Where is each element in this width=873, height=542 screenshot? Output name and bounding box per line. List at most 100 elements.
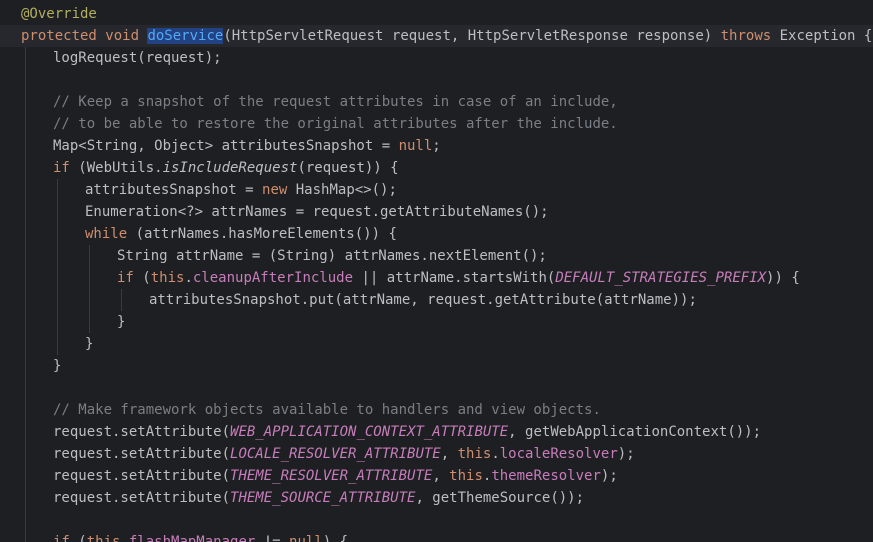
- code-token: request.setAttribute(: [53, 490, 231, 506]
- code-token: }: [85, 336, 94, 352]
- code-line-content: // Make framework objects available to h…: [53, 399, 601, 421]
- code-token: if: [117, 270, 134, 286]
- code-line-content: // to be able to restore the original at…: [53, 113, 618, 135]
- code-token: || attrName.startsWith(: [353, 270, 556, 286]
- code-line[interactable]: [0, 509, 873, 531]
- code-line[interactable]: String attrName = (String) attrNames.nex…: [0, 245, 873, 267]
- code-token: DEFAULT_STRATEGIES_PREFIX: [555, 270, 767, 286]
- code-token: HashMap<>();: [287, 182, 397, 198]
- code-token: }: [117, 314, 126, 330]
- code-line[interactable]: while (attrNames.hasMoreElements()) {: [0, 223, 873, 245]
- code-token: flashMapManager: [128, 534, 256, 542]
- code-token: , getWebApplicationContext());: [508, 424, 762, 440]
- code-line[interactable]: request.setAttribute(LOCALE_RESOLVER_ATT…: [0, 443, 873, 465]
- code-line[interactable]: // to be able to restore the original at…: [0, 113, 873, 135]
- code-line-content: while (attrNames.hasMoreElements()) {: [85, 223, 397, 245]
- code-line[interactable]: // Make framework objects available to h…: [0, 399, 873, 421]
- code-token: .: [120, 534, 129, 542]
- code-token: (WebUtils.: [69, 160, 163, 176]
- code-line-content: request.setAttribute(THEME_RESOLVER_ATTR…: [53, 465, 618, 487]
- code-line-content: Map<String, Object> attributesSnapshot =…: [53, 135, 441, 157]
- code-token: .: [184, 270, 193, 286]
- code-token: if: [53, 534, 70, 542]
- indent-guide: [57, 179, 58, 355]
- code-token: if: [53, 160, 70, 176]
- code-token: // Keep a snapshot of the request attrib…: [53, 94, 618, 110]
- code-editor[interactable]: @Override protected void doService(HttpSe…: [0, 0, 873, 542]
- code-token: !=: [255, 534, 290, 542]
- code-line-content: }: [85, 333, 93, 355]
- code-line[interactable]: if (this.cleanupAfterInclude || attrName…: [0, 267, 873, 289]
- code-line-content: logRequest(request);: [53, 47, 222, 69]
- code-token: ,: [432, 468, 450, 484]
- code-line[interactable]: Enumeration<?> attrNames = request.getAt…: [0, 201, 873, 223]
- code-line-content: attributesSnapshot.put(attrName, request…: [149, 289, 697, 311]
- code-line[interactable]: attributesSnapshot = new HashMap<>();: [0, 179, 873, 201]
- code-token: ;: [432, 138, 441, 154]
- code-token: protected: [21, 28, 97, 44]
- code-line-content: request.setAttribute(THEME_SOURCE_ATTRIB…: [53, 487, 584, 509]
- code-line-content: request.setAttribute(WEB_APPLICATION_CON…: [53, 421, 761, 443]
- code-token: Exception {: [771, 28, 873, 44]
- code-token: (: [133, 270, 151, 286]
- code-token: new: [262, 182, 288, 198]
- code-token: throws: [720, 28, 772, 44]
- code-token: (request)) {: [297, 160, 399, 176]
- code-line[interactable]: }: [0, 355, 873, 377]
- code-line[interactable]: Map<String, Object> attributesSnapshot =…: [0, 135, 873, 157]
- code-line-content: attributesSnapshot = new HashMap<>();: [85, 179, 397, 201]
- code-token: ) {: [322, 534, 349, 542]
- code-line-content: request.setAttribute(LOCALE_RESOLVER_ATT…: [53, 443, 635, 465]
- code-line[interactable]: @Override: [0, 3, 873, 25]
- code-line[interactable]: [0, 69, 873, 91]
- code-token: request.setAttribute(: [53, 468, 231, 484]
- code-line[interactable]: protected void doService(HttpServletRequ…: [0, 25, 873, 47]
- code-line[interactable]: }: [0, 333, 873, 355]
- code-token: cleanupAfterInclude: [192, 270, 354, 286]
- code-token: isIncludeRequest: [162, 160, 298, 176]
- code-token: request.setAttribute(: [53, 424, 231, 440]
- code-token: (attrNames.hasMoreElements()) {: [127, 226, 397, 242]
- code-line-content: if (WebUtils.isIncludeRequest(request)) …: [53, 157, 399, 179]
- code-token: // Make framework objects available to h…: [53, 402, 601, 418]
- code-line[interactable]: attributesSnapshot.put(attrName, request…: [0, 289, 873, 311]
- code-token: THEME_SOURCE_ATTRIBUTE: [230, 490, 416, 506]
- code-token: Enumeration<?> attrNames = request.getAt…: [85, 204, 549, 220]
- code-token: (HttpServletRequest request, HttpServlet…: [223, 28, 721, 44]
- code-token: logRequest(request);: [53, 50, 222, 66]
- code-token: THEME_RESOLVER_ATTRIBUTE: [230, 468, 433, 484]
- code-token: this: [86, 534, 121, 542]
- code-token: (: [69, 534, 87, 542]
- code-line[interactable]: logRequest(request);: [0, 47, 873, 69]
- code-line[interactable]: request.setAttribute(WEB_APPLICATION_CON…: [0, 421, 873, 443]
- code-token: );: [617, 446, 635, 462]
- code-line[interactable]: }: [0, 311, 873, 333]
- code-token: localeResolver: [499, 446, 618, 462]
- code-token: attributesSnapshot.put(attrName, request…: [149, 292, 697, 308]
- indent-guide: [121, 289, 122, 311]
- code-token: null: [398, 138, 433, 154]
- selected-method-name: doService: [147, 28, 224, 44]
- code-line[interactable]: request.setAttribute(THEME_RESOLVER_ATTR…: [0, 465, 873, 487]
- code-line-content: if (this.cleanupAfterInclude || attrName…: [117, 267, 800, 289]
- code-line-content: protected void doService(HttpServletRequ…: [21, 25, 872, 47]
- code-line-content: }: [117, 311, 125, 333]
- indent-guide: [89, 245, 90, 333]
- code-token: .: [491, 446, 500, 462]
- code-line[interactable]: if (this.flashMapManager != null) {: [0, 531, 873, 542]
- code-line[interactable]: if (WebUtils.isIncludeRequest(request)) …: [0, 157, 873, 179]
- code-token: attributesSnapshot =: [85, 182, 263, 198]
- code-line[interactable]: [0, 377, 873, 399]
- code-token: themeResolver: [491, 468, 601, 484]
- code-line-content: }: [53, 355, 61, 377]
- code-line-content: // Keep a snapshot of the request attrib…: [53, 91, 618, 113]
- code-token: String attrName = (String) attrNames.nex…: [117, 248, 547, 264]
- code-token: )) {: [766, 270, 800, 286]
- code-line[interactable]: // Keep a snapshot of the request attrib…: [0, 91, 873, 113]
- indent-guide: [25, 47, 26, 542]
- code-line-content: Enumeration<?> attrNames = request.getAt…: [85, 201, 549, 223]
- code-token: this: [457, 446, 492, 462]
- code-line-content: @Override: [21, 3, 97, 25]
- code-line[interactable]: request.setAttribute(THEME_SOURCE_ATTRIB…: [0, 487, 873, 509]
- code-token: null: [289, 534, 323, 542]
